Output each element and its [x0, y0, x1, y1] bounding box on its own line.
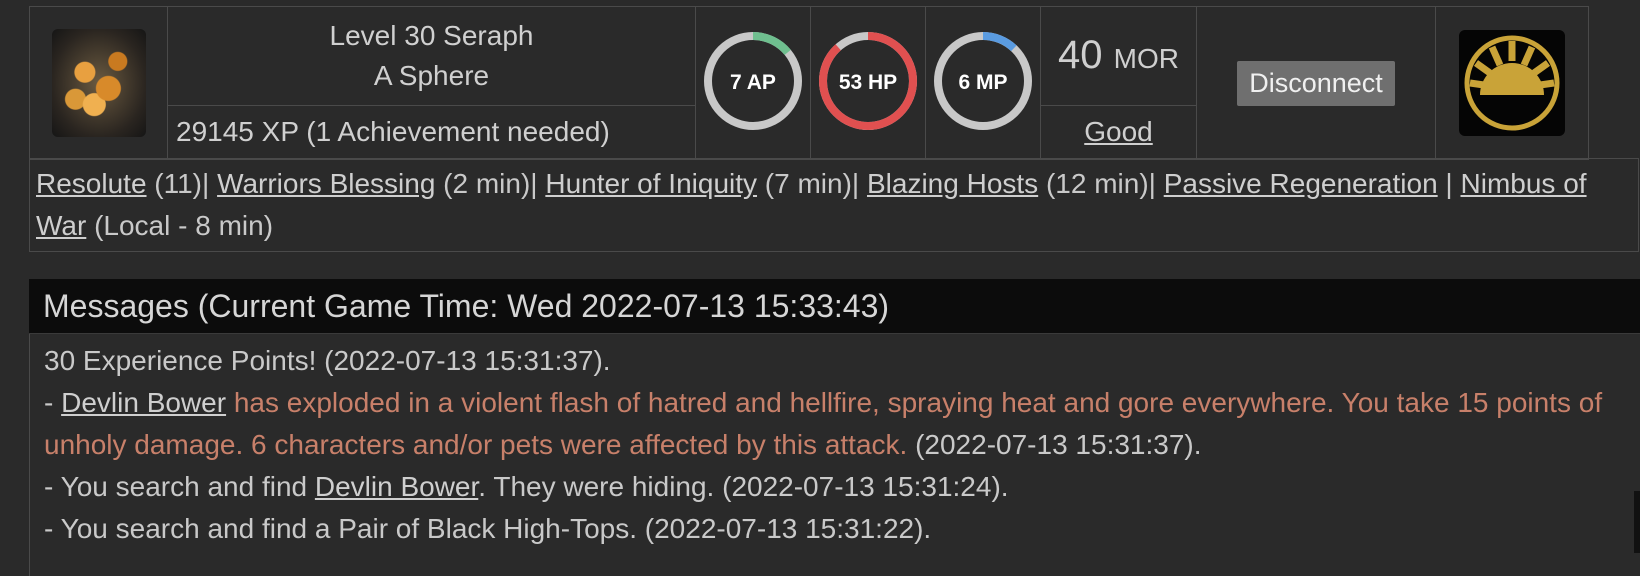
effect-warriors-blessing-link[interactable]: Warriors Blessing [217, 168, 435, 199]
effect-blazing-hosts-detail: (12 min)| [1038, 168, 1164, 199]
messages-panel: Messages (Current Game Time: Wed 2022-07… [29, 279, 1640, 576]
morality-unit: MOR [1113, 43, 1179, 75]
ap-label: 7 AP [730, 71, 776, 94]
effect-passive-regeneration-link[interactable]: Passive Regeneration [1164, 168, 1438, 199]
mp-gauge-cell: 6 MP [925, 6, 1041, 160]
hp-gauge-cell: 53 HP [810, 6, 926, 160]
sunburst-faction-icon[interactable] [1459, 30, 1565, 136]
avatar-cell [29, 6, 168, 160]
effect-hunter-of-iniquity-link[interactable]: Hunter of Iniquity [545, 168, 757, 199]
effect-resolute-detail: (11)| [146, 168, 218, 199]
effect-passive-regeneration-detail: | [1437, 168, 1461, 199]
character-link-devlin-bower[interactable]: Devlin Bower [61, 387, 226, 418]
active-effects-bar: Resolute (11)| Warriors Blessing (2 min)… [29, 158, 1639, 252]
effect-warriors-blessing-detail: (2 min)| [435, 168, 546, 199]
location-name: A Sphere [373, 59, 490, 91]
mp-gauge: 6 MP [934, 31, 1032, 130]
level-class: Level 30 Seraph [329, 19, 534, 51]
message-prefix: - You search and find [44, 471, 315, 502]
message-line: 30 Experience Points! (2022-07-13 15:31:… [44, 345, 611, 376]
damage-message: has exploded in a violent flash of hatre… [44, 387, 1603, 460]
message-suffix: . They were hiding. (2022-07-13 15:31:24… [478, 471, 1009, 502]
character-link-devlin-bower[interactable]: Devlin Bower [315, 471, 478, 502]
message-line: - Devlin Bower has exploded in a violent… [44, 382, 1626, 466]
logo-cell [1435, 6, 1589, 160]
message-line: - You search and find Devlin Bower. They… [44, 466, 1626, 508]
character-status-table: Level 30 Seraph A Sphere 7 AP 53 HP 6 MP [29, 6, 1589, 161]
hp-gauge: 53 HP [819, 31, 917, 130]
alignment-cell: Good [1040, 104, 1197, 161]
effect-resolute-link[interactable]: Resolute [36, 168, 147, 199]
morality-value: 40 MOR [1040, 6, 1197, 106]
mp-label: 6 MP [958, 71, 1007, 94]
morality-number: 40 [1058, 33, 1103, 78]
alignment-link[interactable]: Good [1084, 116, 1153, 147]
disconnect-button[interactable]: Disconnect [1237, 60, 1395, 106]
sunburst-icon [1464, 35, 1560, 131]
effect-hunter-of-iniquity-detail: (7 min)| [757, 168, 867, 199]
message-line: - You search and find a Pair of Black Hi… [44, 513, 932, 544]
ap-gauge: 7 AP [704, 31, 802, 130]
character-title: Level 30 Seraph A Sphere [167, 6, 696, 106]
character-portrait-image[interactable] [51, 29, 146, 137]
messages-header: Messages (Current Game Time: Wed 2022-07… [29, 279, 1640, 334]
message-prefix: - [44, 387, 62, 418]
hp-label: 53 HP [839, 71, 897, 94]
disconnect-cell: Disconnect [1196, 6, 1436, 160]
message-timestamp: (2022-07-13 15:31:37). [907, 429, 1202, 460]
ap-gauge-cell: 7 AP [695, 6, 811, 160]
xp-info: 29145 XP (1 Achievement needed) [167, 104, 696, 161]
effect-blazing-hosts-link[interactable]: Blazing Hosts [867, 168, 1038, 199]
effect-nimbus-of-war-detail: (Local - 8 min) [86, 210, 274, 241]
scrollbar-thumb[interactable] [1634, 491, 1640, 553]
messages-log[interactable]: 30 Experience Points! (2022-07-13 15:31:… [29, 334, 1640, 576]
